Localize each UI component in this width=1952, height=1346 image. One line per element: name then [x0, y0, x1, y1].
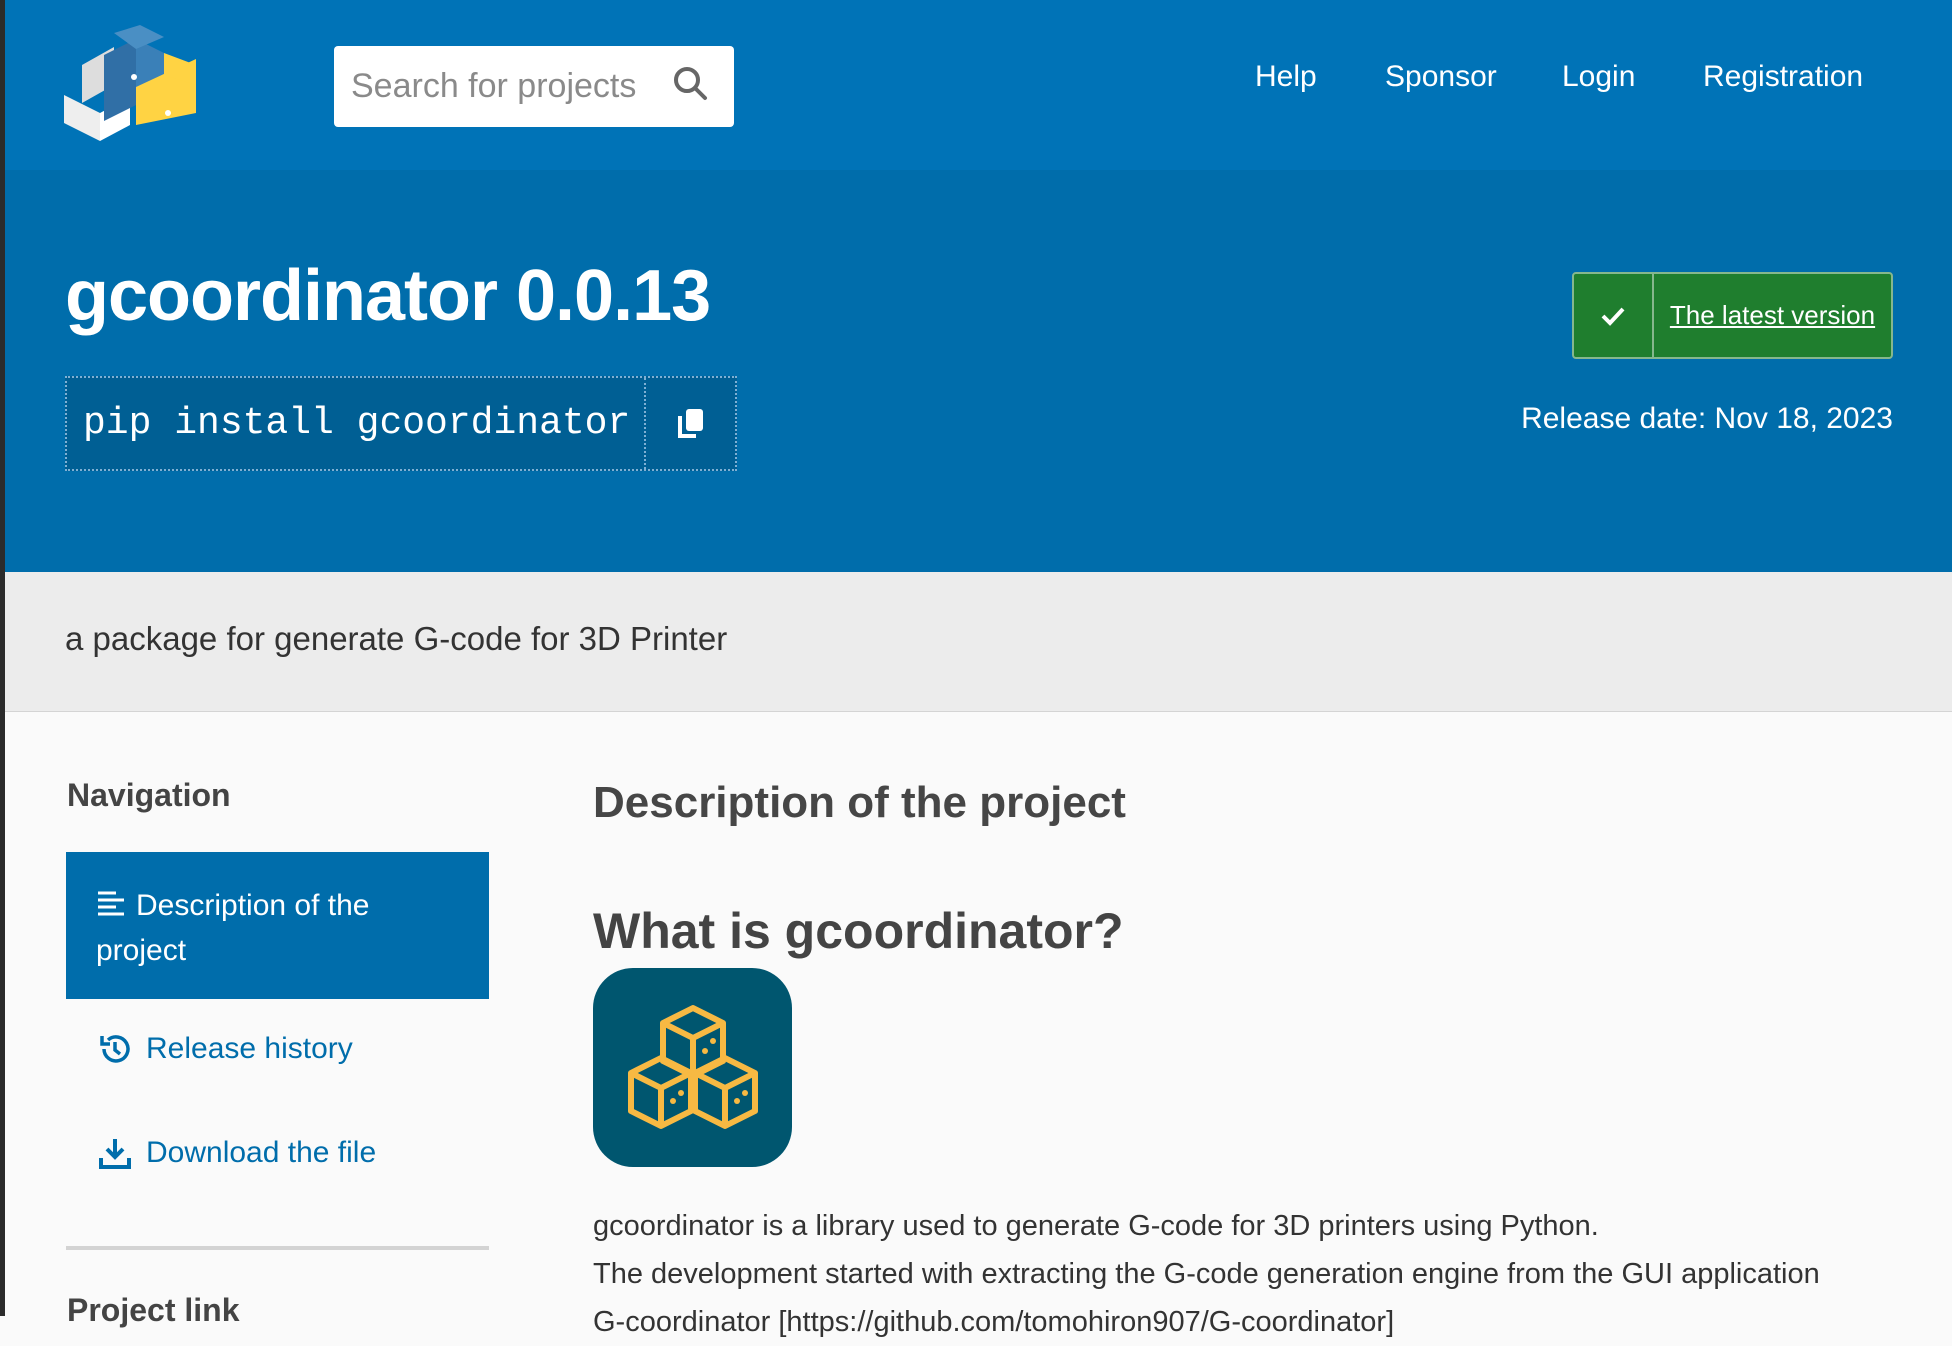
nav-registration[interactable]: Registration [1703, 60, 1863, 94]
search-input[interactable] [351, 67, 671, 106]
sidebar-item-description[interactable]: Description of the project [66, 852, 489, 999]
pip-install-box: pip install gcoordinator [65, 376, 737, 471]
nav-sponsor[interactable]: Sponsor [1385, 60, 1497, 94]
latest-version-link[interactable]: The latest version [1654, 274, 1891, 357]
copy-icon [677, 408, 703, 438]
package-title: gcoordinator 0.0.13 [65, 256, 711, 336]
sidebar-item-release-history[interactable]: Release history [98, 1032, 353, 1066]
list-icon [96, 885, 126, 929]
search-icon[interactable] [671, 64, 711, 109]
description-body: gcoordinator is a library used to genera… [593, 1202, 1913, 1346]
repo-link[interactable]: G-coordinator [https://github.com/tomohi… [593, 1298, 1913, 1346]
copy-button[interactable] [646, 378, 735, 469]
what-is-heading: What is gcoordinator? [593, 903, 1124, 959]
sidebar-item-label: Release history [146, 1032, 353, 1065]
history-icon [100, 1035, 130, 1063]
nav-help[interactable]: Help [1255, 60, 1317, 94]
site-header: Help Sponsor Login Registration [0, 0, 1952, 170]
check-icon [1574, 274, 1654, 357]
pypi-logo[interactable] [64, 25, 196, 146]
sidebar-heading: Navigation [67, 777, 231, 813]
search-box [334, 46, 734, 127]
download-icon [99, 1139, 131, 1169]
latest-version-badge: The latest version [1572, 272, 1893, 359]
sidebar-item-label: Download the file [146, 1136, 377, 1169]
package-hero [0, 170, 1952, 572]
sidebar-divider [66, 1246, 489, 1250]
gcoordinator-cubes-icon [593, 968, 792, 1167]
description-heading: Description of the project [593, 778, 1126, 827]
paragraph: gcoordinator is a library used to genera… [593, 1210, 1599, 1242]
package-summary: a package for generate G-code for 3D Pri… [65, 620, 728, 657]
sidebar-item-label: Description of the project [96, 889, 370, 968]
sidebar-item-download[interactable]: Download the file [98, 1136, 376, 1170]
window-edge [0, 0, 5, 1316]
paragraph: The development started with extracting … [593, 1258, 1820, 1290]
nav-login[interactable]: Login [1562, 60, 1635, 94]
release-date: Release date: Nov 18, 2023 [1521, 402, 1893, 435]
pip-command[interactable]: pip install gcoordinator [67, 378, 646, 469]
project-link-heading: Project link [67, 1292, 240, 1328]
